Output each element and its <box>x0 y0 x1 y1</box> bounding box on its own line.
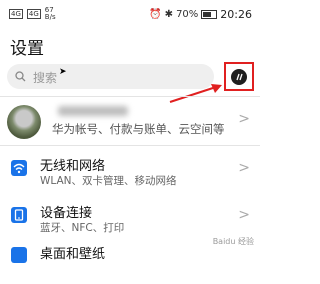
battery-percent: 70% <box>176 9 199 20</box>
settings-item-label: 无线和网络 <box>40 159 106 174</box>
settings-item-subtitle: WLAN、双卡管理、移动网络 <box>40 175 177 187</box>
scan-button[interactable] <box>224 62 254 91</box>
status-bar: 4G 4G 67 B/s ⏰ ✱ 70% 20:26 <box>0 0 260 28</box>
signal-4g-2: 4G <box>26 9 41 19</box>
divider <box>0 96 260 97</box>
battery-icon <box>201 10 218 19</box>
status-left: 4G 4G 67 B/s <box>9 7 56 21</box>
search-icon <box>15 71 26 82</box>
wifi-icon <box>11 160 27 176</box>
chevron-right-icon: > <box>238 207 250 223</box>
account-subtitle: 华为帐号、付款与账单、云空间等 <box>52 122 225 136</box>
status-right: ⏰ ✱ 70% 20:26 <box>149 8 252 21</box>
account-row[interactable]: 华为帐号、付款与账单、云空间等 > <box>0 98 260 142</box>
settings-item-device-connection[interactable]: 设备连接 蓝牙、NFC、打印 > <box>0 194 260 238</box>
avatar <box>7 105 41 139</box>
settings-item-wireless[interactable]: 无线和网络 WLAN、双卡管理、移动网络 > <box>0 147 260 191</box>
settings-item-subtitle: 蓝牙、NFC、打印 <box>40 222 125 234</box>
settings-item-label: 设备连接 <box>40 206 93 221</box>
search-placeholder: 搜索 <box>33 71 58 85</box>
chevron-right-icon: > <box>238 111 250 127</box>
signal-4g-1: 4G <box>9 9 23 19</box>
page-title: 设置 <box>10 39 44 59</box>
bluetooth-icon: ✱ <box>164 9 174 20</box>
device-connection-icon <box>11 207 27 223</box>
chevron-right-icon: > <box>238 160 250 176</box>
clock: 20:26 <box>220 8 252 21</box>
alarm-icon: ⏰ <box>149 9 162 20</box>
account-name-blurred <box>58 106 128 116</box>
mouse-cursor-icon: ➤ <box>59 67 67 77</box>
scan-icon <box>231 69 247 85</box>
divider <box>0 145 260 146</box>
settings-item-label: 桌面和壁纸 <box>40 247 106 262</box>
desktop-icon <box>11 247 27 263</box>
net-speed: 67 B/s <box>44 6 56 21</box>
watermark: Baidu 经验 <box>212 237 254 246</box>
